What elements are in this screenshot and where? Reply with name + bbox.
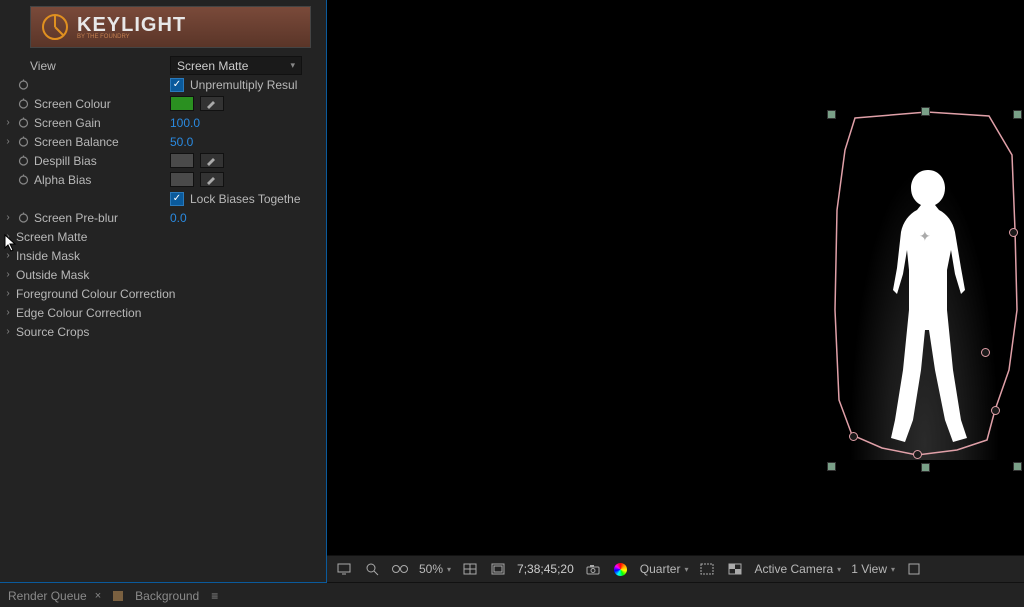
composition-viewer[interactable]: ✦ 50% ▾ 7;38;45;20: [327, 0, 1024, 582]
expand-chevron-icon[interactable]: ›: [4, 231, 12, 242]
stopwatch-icon[interactable]: [16, 97, 30, 111]
monitor-icon[interactable]: [335, 560, 353, 578]
screen-gain-label: Screen Gain: [34, 116, 101, 130]
screen-gain-value[interactable]: 100.0: [170, 116, 200, 130]
close-tab-icon[interactable]: ×: [95, 590, 101, 602]
screen-balance-value[interactable]: 50.0: [170, 135, 193, 149]
unpremultiply-label: Unpremultiply Resul: [190, 78, 297, 92]
transparency-grid-icon[interactable]: [726, 560, 744, 578]
despill-bias-label: Despill Bias: [34, 154, 97, 168]
plugin-logo: KEYLIGHT BY THE FOUNDRY: [30, 6, 311, 48]
tab-background[interactable]: Background: [135, 589, 199, 603]
transform-handle[interactable]: [921, 463, 930, 472]
group-screen-matte[interactable]: Screen Matte: [16, 230, 87, 244]
layer-bounding-box[interactable]: ✦: [827, 110, 1022, 470]
mask-vertex[interactable]: [913, 450, 922, 459]
lock-biases-checkbox[interactable]: ✓: [170, 192, 184, 206]
group-source-crops[interactable]: Source Crops: [16, 325, 89, 339]
comp-color-icon: [113, 591, 123, 601]
expand-chevron-icon[interactable]: ›: [4, 117, 12, 128]
expand-chevron-icon[interactable]: ›: [4, 288, 12, 299]
zoom-dropdown[interactable]: 50% ▾: [419, 562, 451, 576]
stopwatch-icon[interactable]: [16, 173, 30, 187]
expand-chevron-icon[interactable]: ›: [4, 307, 12, 318]
mask-vertex[interactable]: [1009, 228, 1018, 237]
zoom-value: 50%: [419, 562, 443, 576]
mask-vertex[interactable]: [981, 348, 990, 357]
alpha-bias-swatch[interactable]: [170, 172, 194, 187]
resolution-icon[interactable]: [461, 560, 479, 578]
camera-value: Active Camera: [754, 562, 833, 576]
alpha-bias-label: Alpha Bias: [34, 173, 91, 187]
person-silhouette: [873, 170, 983, 445]
transform-handle[interactable]: [827, 462, 836, 471]
view-dropdown[interactable]: Screen Matte ▾: [170, 56, 302, 75]
transform-handle[interactable]: [921, 107, 930, 116]
channel-icon[interactable]: [612, 560, 630, 578]
camera-dropdown[interactable]: Active Camera ▾: [754, 562, 841, 576]
keylight-logo-icon: [41, 13, 69, 41]
transform-handle[interactable]: [1013, 462, 1022, 471]
region-icon[interactable]: [698, 560, 716, 578]
timecode-display[interactable]: 7;38;45;20: [517, 562, 574, 576]
eyedropper-icon[interactable]: [200, 172, 224, 187]
views-value: 1 View: [851, 562, 887, 576]
stopwatch-icon[interactable]: [16, 116, 30, 130]
group-outside-mask[interactable]: Outside Mask: [16, 268, 89, 282]
snapshot-icon[interactable]: [584, 560, 602, 578]
chevron-down-icon: ▾: [290, 60, 295, 71]
safe-zones-icon[interactable]: [489, 560, 507, 578]
transform-handle[interactable]: [1013, 110, 1022, 119]
quality-dropdown[interactable]: Quarter▾: [640, 562, 689, 576]
chevron-down-icon: ▾: [837, 565, 841, 574]
effect-controls-panel: KEYLIGHT BY THE FOUNDRY View Screen Matt…: [0, 0, 327, 583]
lock-biases-label: Lock Biases Togethe: [190, 192, 301, 206]
chevron-down-icon: ▾: [447, 565, 451, 574]
transform-handle[interactable]: [827, 110, 836, 119]
chevron-down-icon: ▾: [891, 565, 895, 574]
chevron-down-icon: ▾: [684, 565, 688, 574]
panel-menu-icon[interactable]: ≡: [211, 589, 218, 603]
screen-colour-swatch[interactable]: [170, 96, 194, 111]
mask-vertex[interactable]: [991, 406, 1000, 415]
group-edge-cc[interactable]: Edge Colour Correction: [16, 306, 141, 320]
expand-chevron-icon[interactable]: ›: [4, 212, 12, 223]
tab-render-queue[interactable]: Render Queue: [8, 589, 87, 603]
expand-chevron-icon[interactable]: ›: [4, 250, 12, 261]
stopwatch-icon[interactable]: [16, 211, 30, 225]
anchor-point-icon[interactable]: ✦: [919, 228, 931, 245]
screen-balance-label: Screen Balance: [34, 135, 119, 149]
screen-preblur-value[interactable]: 0.0: [170, 211, 187, 225]
pixel-aspect-icon[interactable]: [905, 560, 923, 578]
glasses-icon[interactable]: [391, 560, 409, 578]
group-inside-mask[interactable]: Inside Mask: [16, 249, 80, 263]
stopwatch-icon[interactable]: [16, 135, 30, 149]
quality-value: Quarter: [640, 562, 681, 576]
magnify-icon[interactable]: [363, 560, 381, 578]
expand-chevron-icon[interactable]: ›: [4, 136, 12, 147]
eyedropper-icon[interactable]: [200, 153, 224, 168]
despill-swatch[interactable]: [170, 153, 194, 168]
expand-chevron-icon[interactable]: ›: [4, 326, 12, 337]
unpremultiply-checkbox[interactable]: ✓: [170, 78, 184, 92]
screen-preblur-label: Screen Pre-blur: [34, 211, 118, 225]
expand-chevron-icon[interactable]: ›: [4, 269, 12, 280]
eyedropper-icon[interactable]: [200, 96, 224, 111]
group-fg-cc[interactable]: Foreground Colour Correction: [16, 287, 175, 301]
view-label: View: [30, 59, 56, 73]
mask-vertex[interactable]: [849, 432, 858, 441]
timeline-tabs: Render Queue × Background ≡: [0, 582, 1024, 607]
views-dropdown[interactable]: 1 View ▾: [851, 562, 895, 576]
stopwatch-icon[interactable]: [16, 78, 30, 92]
view-value: Screen Matte: [177, 59, 248, 73]
screen-colour-label: Screen Colour: [34, 97, 111, 111]
stopwatch-icon[interactable]: [16, 154, 30, 168]
viewer-toolbar: 50%▾ 7;38;45;20 Quarter▾ Active Camera▾ …: [327, 555, 1024, 582]
